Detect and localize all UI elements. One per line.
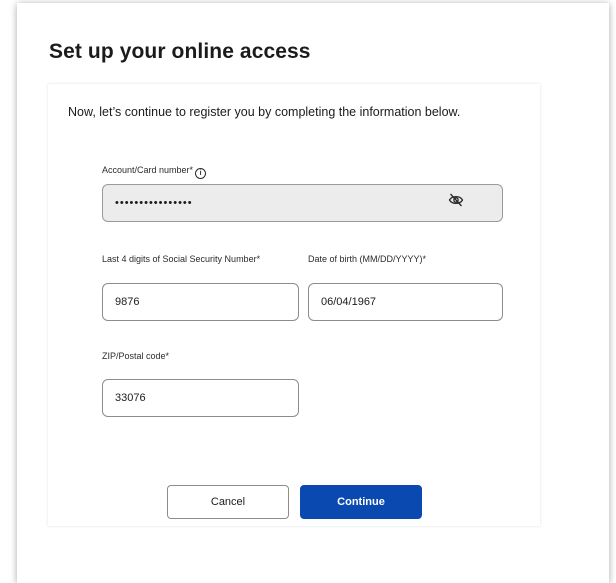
info-circle-icon[interactable]: i (195, 168, 207, 179)
account-number-label: Account/Card number* i (102, 165, 207, 179)
account-number-label-text: Account/Card number* (102, 165, 194, 175)
dob-input[interactable] (308, 283, 503, 321)
zip-label: ZIP/Postal code* (102, 351, 170, 361)
eye-slash-icon[interactable] (448, 193, 464, 207)
zip-input[interactable] (102, 379, 299, 417)
cancel-button[interactable]: Cancel (167, 485, 289, 519)
page-title: Set up your online access (49, 40, 311, 63)
ssn-last4-input[interactable] (102, 283, 299, 321)
intro-text: Now, let’s continue to register you by c… (68, 105, 461, 119)
dob-label: Date of birth (MM/DD/YYYY)* (308, 254, 427, 264)
ssn-last4-label: Last 4 digits of Social Security Number* (102, 254, 261, 264)
continue-button[interactable]: Continue (300, 485, 422, 519)
account-number-input[interactable] (102, 184, 503, 222)
